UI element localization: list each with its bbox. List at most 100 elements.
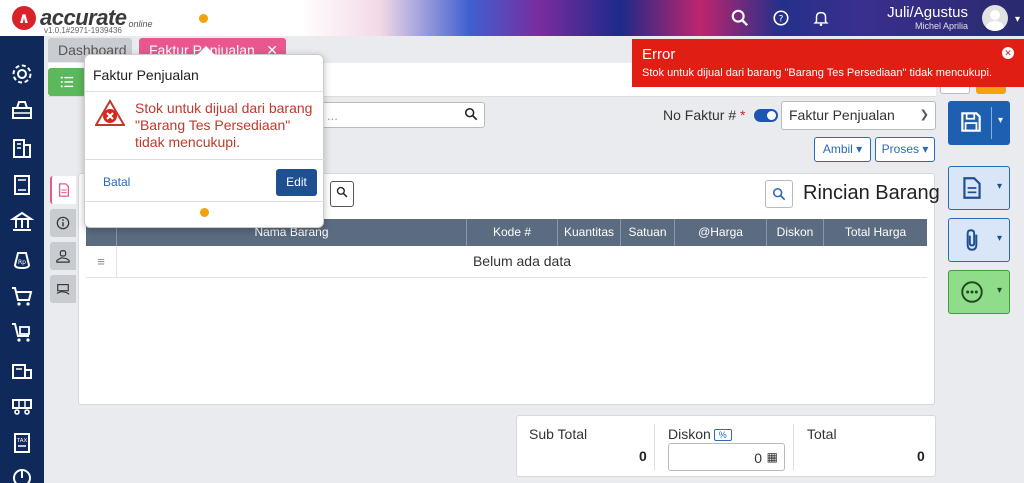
diskon-label: Diskon: [668, 426, 711, 442]
no-faktur-text: No Faktur #: [663, 107, 737, 123]
money-bag-icon: Rp: [13, 252, 31, 270]
table-row: ≡ Belum ada data: [86, 246, 927, 278]
divider: [85, 91, 325, 92]
chart-icon: [13, 469, 31, 483]
auto-number-toggle[interactable]: [754, 109, 778, 122]
sidebar-item-settings[interactable]: [10, 62, 34, 86]
indicator-dot-icon: [200, 208, 209, 217]
drag-handle-icon[interactable]: ≡: [86, 246, 117, 278]
customer-search-input[interactable]: ...: [300, 102, 485, 128]
popup-message: Stok untuk dijual dari barang "Barang Te…: [135, 100, 313, 150]
column-kode[interactable]: Kode #: [467, 219, 558, 246]
sidebar-item-company[interactable]: [10, 136, 34, 160]
column-kuantitas[interactable]: Kuantitas: [558, 219, 621, 246]
top-header: ∧ accurate online v1.0.1#2971-1939436 ? …: [0, 0, 1024, 36]
search-icon[interactable]: [731, 9, 749, 27]
vtab-info[interactable]: [50, 209, 76, 237]
ambil-button[interactable]: Ambil ▾: [814, 137, 871, 162]
divider: [793, 424, 794, 470]
item-search-button[interactable]: [330, 181, 354, 207]
subtotal-label: Sub Total: [529, 426, 588, 442]
chevron-down-icon[interactable]: ▾: [997, 285, 1002, 296]
cancel-button[interactable]: Batal: [103, 175, 130, 189]
column-harga[interactable]: @Harga: [675, 219, 767, 246]
cart-icon: [12, 287, 33, 306]
vtab-payment[interactable]: [50, 275, 76, 303]
paperclip-icon: [966, 229, 978, 251]
conveyor-icon: [12, 399, 32, 415]
proses-button[interactable]: Proses ▾: [875, 137, 935, 162]
money-hand-icon: [56, 250, 70, 263]
print-document-button[interactable]: ▾: [948, 166, 1010, 210]
search-placeholder: ...: [327, 108, 338, 123]
percent-toggle[interactable]: %: [713, 429, 732, 442]
ambil-label: Ambil: [822, 142, 853, 156]
user-info[interactable]: Juli/Agustus Michel Aprilia: [887, 4, 968, 31]
column-diskon[interactable]: Diskon: [767, 219, 824, 246]
chevron-down-icon[interactable]: ▾: [998, 115, 1003, 126]
vtab-cost[interactable]: [50, 242, 76, 270]
subtotal-value: 0: [639, 448, 647, 464]
search-icon: [336, 186, 348, 198]
sidebar-item-tax[interactable]: TAX: [10, 431, 34, 455]
chevron-down-icon[interactable]: ▾: [1015, 14, 1020, 25]
sidebar-item-inventory[interactable]: [10, 357, 34, 381]
chevron-down-icon[interactable]: ▾: [997, 233, 1002, 244]
bell-icon[interactable]: [812, 9, 830, 27]
calculator-icon[interactable]: ▦: [767, 450, 778, 464]
sidebar-item-purchase[interactable]: [10, 284, 34, 308]
toast-title: Error: [642, 46, 676, 63]
chevron-down-icon[interactable]: ▾: [997, 181, 1002, 192]
column-satuan[interactable]: Satuan: [621, 219, 675, 246]
diskon-input[interactable]: 0 ▦: [668, 443, 785, 471]
more-actions-button[interactable]: ▾: [948, 270, 1010, 314]
logo-mark-icon: ∧: [12, 6, 36, 30]
help-icon[interactable]: ?: [772, 9, 790, 27]
error-triangle-icon: [95, 99, 125, 126]
rincian-search-button[interactable]: [765, 180, 793, 208]
faktur-type-select[interactable]: Faktur Penjualan ❯: [781, 101, 936, 130]
bank-icon: [9, 211, 35, 231]
sales-cart-icon: [12, 323, 30, 342]
sidebar-item-payment[interactable]: Rp: [10, 247, 34, 271]
totals-panel: Sub Total 0 Diskon% 0 ▦ Total 0: [516, 415, 936, 477]
popup-title: Faktur Penjualan: [93, 67, 199, 83]
list-view-button[interactable]: [48, 68, 86, 96]
attachment-button[interactable]: ▾: [948, 218, 1010, 262]
building-icon: [13, 139, 31, 158]
required-mark: *: [740, 107, 746, 123]
close-icon[interactable]: ✕: [1002, 47, 1014, 59]
toast-message: Stok untuk dijual dari barang "Barang Te…: [642, 67, 993, 79]
sidebar-item-bank[interactable]: [9, 210, 35, 234]
sidebar-item-sales[interactable]: [10, 320, 34, 344]
proses-label: Proses: [881, 142, 919, 156]
sidebar-item-reports[interactable]: [10, 466, 34, 483]
more-icon: [961, 281, 983, 303]
vtab-rincian[interactable]: [50, 176, 76, 204]
svg-text:TAX: TAX: [16, 438, 28, 444]
search-icon: [772, 187, 786, 201]
list-icon: [60, 76, 74, 88]
document-icon: [58, 183, 70, 197]
sidebar-item-inbox[interactable]: [10, 98, 34, 122]
total-label: Total: [807, 426, 837, 442]
document-icon: [963, 177, 981, 199]
chevron-down-icon: ❯: [919, 109, 929, 121]
stock-warning-popup: Faktur Penjualan Stok untuk dijual dari …: [84, 46, 325, 228]
search-icon[interactable]: [464, 107, 478, 124]
divider: [85, 159, 325, 160]
period-label: Juli/Agustus: [887, 4, 968, 21]
save-button[interactable]: ▾: [948, 101, 1010, 145]
error-toast: Error Stok untuk dijual dari barang "Bar…: [632, 39, 1024, 87]
diskon-label-group: Diskon%: [668, 426, 732, 442]
brand-sub: online: [128, 19, 153, 29]
sidebar-item-production[interactable]: [10, 394, 34, 418]
sidebar-item-ledger[interactable]: [10, 173, 34, 197]
diskon-value: 0: [754, 450, 762, 466]
edit-button[interactable]: Edit: [276, 169, 317, 196]
empty-table-text: Belum ada data: [472, 253, 572, 269]
no-faktur-label: No Faktur # *: [663, 107, 745, 123]
info-icon: [56, 216, 70, 230]
column-total-harga[interactable]: Total Harga: [824, 219, 927, 246]
avatar[interactable]: [982, 5, 1008, 31]
